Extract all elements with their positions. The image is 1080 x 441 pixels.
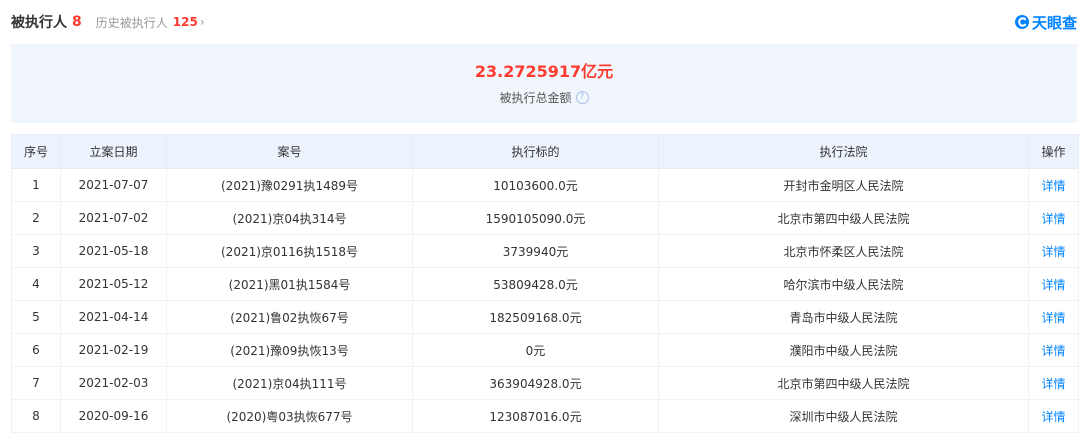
cell-action: 详情 bbox=[1028, 366, 1079, 400]
cell-date: 2021-02-03 bbox=[60, 366, 167, 400]
cell-court: 深圳市中级人民法院 bbox=[658, 399, 1029, 433]
cell-amount: 3739940元 bbox=[412, 234, 659, 268]
cell-court: 开封市金明区人民法院 bbox=[658, 168, 1029, 202]
section-title: 被执行人 bbox=[11, 15, 67, 31]
cell-case-no: (2020)粤03执恢677号 bbox=[166, 399, 413, 433]
col-header-amount: 执行标的 bbox=[412, 134, 659, 169]
cell-action: 详情 bbox=[1028, 399, 1079, 433]
cell-court: 濮阳市中级人民法院 bbox=[658, 333, 1029, 367]
cell-action: 详情 bbox=[1028, 300, 1079, 334]
enforcement-table: 序号 立案日期 案号 执行标的 执行法院 操作 1 2021-07-07 (20… bbox=[11, 134, 1079, 433]
cell-date: 2021-07-02 bbox=[60, 201, 167, 235]
detail-link[interactable]: 详情 bbox=[1041, 410, 1065, 424]
table-header-row: 序号 立案日期 案号 执行标的 执行法院 操作 bbox=[11, 134, 1079, 169]
total-label: 被执行总金额 bbox=[499, 91, 572, 105]
cell-date: 2021-07-07 bbox=[60, 168, 167, 202]
table-row: 7 2021-02-03 (2021)京04执111号 363904928.0元… bbox=[11, 366, 1079, 400]
cell-date: 2021-05-12 bbox=[60, 267, 167, 301]
cell-action: 详情 bbox=[1028, 267, 1079, 301]
summary-panel: 23.2725917亿元 被执行总金额 ? bbox=[11, 44, 1077, 123]
cell-case-no: (2021)豫0291执1489号 bbox=[166, 168, 413, 202]
logo-text: 天眼查 bbox=[1031, 13, 1077, 32]
cell-action: 详情 bbox=[1028, 168, 1079, 202]
col-header-court: 执行法院 bbox=[658, 134, 1029, 169]
cell-court: 北京市第四中级人民法院 bbox=[658, 201, 1029, 235]
cell-date: 2021-04-14 bbox=[60, 300, 167, 334]
table-row: 4 2021-05-12 (2021)黑01执1584号 53809428.0元… bbox=[11, 267, 1079, 301]
col-header-date: 立案日期 bbox=[60, 134, 167, 169]
col-header-action: 操作 bbox=[1028, 134, 1079, 169]
detail-link[interactable]: 详情 bbox=[1041, 311, 1065, 325]
section-count: 8 bbox=[72, 14, 82, 30]
cell-action: 详情 bbox=[1028, 333, 1079, 367]
total-label-row: 被执行总金额 ? bbox=[499, 89, 589, 106]
detail-link[interactable]: 详情 bbox=[1041, 245, 1065, 259]
cell-action: 详情 bbox=[1028, 201, 1079, 235]
cell-no: 8 bbox=[11, 399, 61, 433]
cell-case-no: (2021)京04执314号 bbox=[166, 201, 413, 235]
detail-link[interactable]: 详情 bbox=[1041, 344, 1065, 358]
cell-date: 2021-05-18 bbox=[60, 234, 167, 268]
history-label: 历史被执行人 bbox=[95, 15, 168, 30]
help-circle-icon[interactable]: ? bbox=[575, 91, 589, 104]
table-row: 1 2021-07-07 (2021)豫0291执1489号 10103600.… bbox=[11, 168, 1079, 202]
detail-link[interactable]: 详情 bbox=[1041, 212, 1065, 226]
cell-date: 2021-02-19 bbox=[60, 333, 167, 367]
cell-amount: 123087016.0元 bbox=[412, 399, 659, 433]
cell-court: 北京市怀柔区人民法院 bbox=[658, 234, 1029, 268]
cell-no: 5 bbox=[11, 300, 61, 334]
tianyancha-logo: 天眼查 bbox=[1014, 12, 1077, 33]
cell-date: 2020-09-16 bbox=[60, 399, 167, 433]
cell-no: 1 bbox=[11, 168, 61, 202]
cell-amount: 10103600.0元 bbox=[412, 168, 659, 202]
total-amount: 23.2725917亿元 bbox=[474, 62, 614, 81]
cell-court: 青岛市中级人民法院 bbox=[658, 300, 1029, 334]
col-header-case-no: 案号 bbox=[166, 134, 413, 169]
detail-link[interactable]: 详情 bbox=[1041, 278, 1065, 292]
cell-case-no: (2021)豫09执恢13号 bbox=[166, 333, 413, 367]
table-row: 6 2021-02-19 (2021)豫09执恢13号 0元 濮阳市中级人民法院… bbox=[11, 333, 1079, 367]
table-row: 3 2021-05-18 (2021)京0116执1518号 3739940元 … bbox=[11, 234, 1079, 268]
section-header: 被执行人 8 历史被执行人 125 › 天眼查 bbox=[11, 0, 1077, 44]
cell-no: 4 bbox=[11, 267, 61, 301]
cell-amount: 0元 bbox=[412, 333, 659, 367]
detail-link[interactable]: 详情 bbox=[1041, 179, 1065, 193]
cell-court: 哈尔滨市中级人民法院 bbox=[658, 267, 1029, 301]
cell-no: 3 bbox=[11, 234, 61, 268]
cell-case-no: (2021)黑01执1584号 bbox=[166, 267, 413, 301]
cell-case-no: (2021)京0116执1518号 bbox=[166, 234, 413, 268]
history-link[interactable]: 历史被执行人 125 › bbox=[96, 14, 205, 31]
col-header-no: 序号 bbox=[11, 134, 61, 169]
table-row: 8 2020-09-16 (2020)粤03执恢677号 123087016.0… bbox=[11, 399, 1079, 433]
detail-link[interactable]: 详情 bbox=[1041, 377, 1065, 391]
cell-no: 6 bbox=[11, 333, 61, 367]
cell-case-no: (2021)鲁02执恢67号 bbox=[166, 300, 413, 334]
tianyancha-logo-icon bbox=[1014, 15, 1029, 29]
table-row: 5 2021-04-14 (2021)鲁02执恢67号 182509168.0元… bbox=[11, 300, 1079, 334]
cell-amount: 1590105090.0元 bbox=[412, 201, 659, 235]
cell-case-no: (2021)京04执111号 bbox=[166, 366, 413, 400]
cell-action: 详情 bbox=[1028, 234, 1079, 268]
history-count: 125 bbox=[172, 15, 198, 29]
cell-court: 北京市第四中级人民法院 bbox=[658, 366, 1029, 400]
cell-no: 7 bbox=[11, 366, 61, 400]
table-row: 2 2021-07-02 (2021)京04执314号 1590105090.0… bbox=[11, 201, 1079, 235]
cell-amount: 53809428.0元 bbox=[412, 267, 659, 301]
chevron-right-icon: › bbox=[199, 15, 205, 29]
cell-amount: 182509168.0元 bbox=[412, 300, 659, 334]
cell-no: 2 bbox=[11, 201, 61, 235]
cell-amount: 363904928.0元 bbox=[412, 366, 659, 400]
